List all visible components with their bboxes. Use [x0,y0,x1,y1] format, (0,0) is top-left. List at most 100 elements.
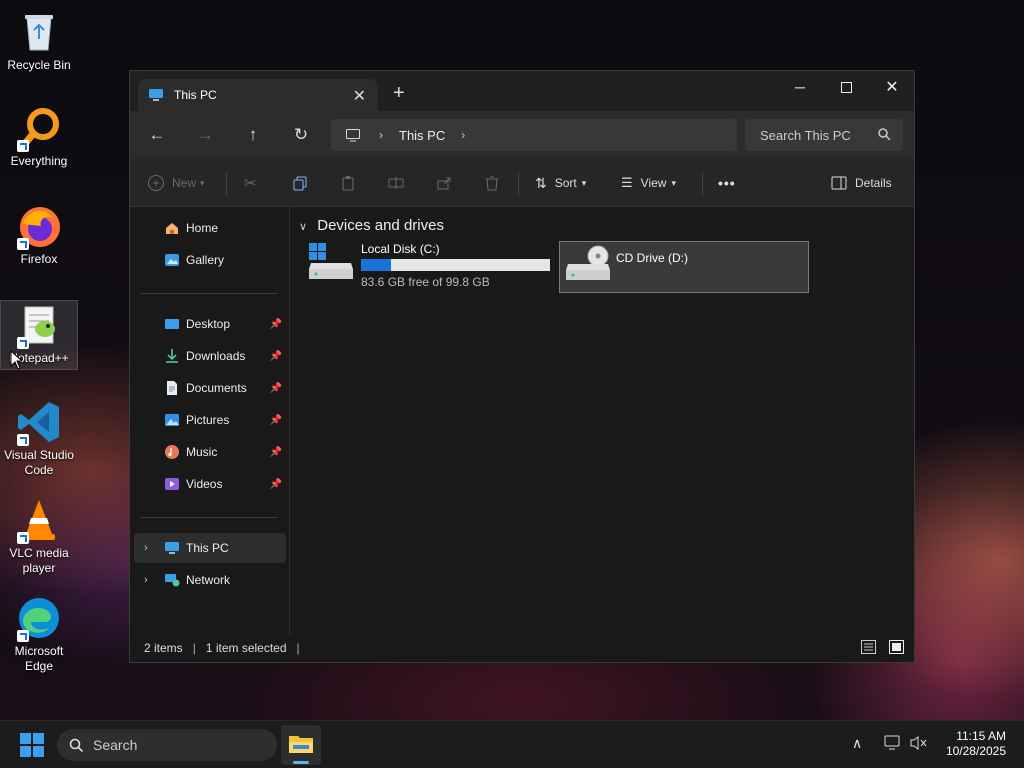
details-button[interactable]: Details [831,159,892,207]
pin-icon[interactable]: 📌 [270,479,282,490]
maximize-icon [840,81,852,93]
new-tab-button[interactable]: + [393,83,405,103]
chevron-right-icon[interactable]: › [461,128,465,142]
cd-drive-icon [566,245,610,280]
desktop-icon-label: Visual Studio Code [4,448,74,477]
view-button[interactable]: ☰ View ▾ [621,159,676,207]
rename-button[interactable] [388,159,404,207]
navigation-pane: Home Gallery Desktop 📌 Downloads 📌 Docum… [130,207,290,635]
desktop-icon-vscode[interactable]: Visual Studio Code [0,398,78,478]
share-button[interactable] [436,159,452,207]
chevron-down-icon: ▾ [671,177,676,188]
desktop-icon-recycle-bin[interactable]: Recycle Bin [0,8,78,73]
cut-button[interactable]: ✂ [244,159,257,207]
show-hidden-icons-button[interactable]: ∧ [852,735,862,752]
paste-button[interactable] [340,159,356,207]
drive-local-disk-c[interactable]: Local Disk (C:) 83.6 GB free of 99.8 GB [307,241,553,293]
pin-icon[interactable]: 📌 [270,415,282,426]
sidebar-item-this-pc[interactable]: › This PC [134,533,286,563]
tiles-view-button[interactable] [889,640,904,657]
separator [518,173,519,195]
shortcut-arrow-icon [17,238,29,250]
forward-button[interactable]: → [193,123,217,147]
maximize-button[interactable] [823,71,869,103]
edge-icon [15,594,63,642]
sidebar-item-label: Gallery [186,253,225,267]
desktop-icon-everything[interactable]: Everything [0,104,78,169]
breadcrumb-this-pc[interactable]: This PC [399,128,445,143]
details-label: Details [855,176,892,190]
sidebar-item-music[interactable]: Music 📌 [134,437,286,467]
file-explorer-window: This PC ✕ + ─ ✕ ← → ↑ ↻ › This PC › Sear… [129,70,915,663]
pin-icon[interactable]: 📌 [270,351,282,362]
details-pane-icon [831,176,847,190]
share-icon [437,177,451,190]
expand-chevron-icon[interactable]: › [144,574,148,586]
taskbar-search-label: Search [93,737,138,753]
desktop-icon-firefox[interactable]: Firefox [0,202,78,267]
refresh-button[interactable]: ↻ [289,123,313,147]
desktop-icon-label: Recycle Bin [7,58,71,72]
trash-icon [486,176,498,191]
more-options-button[interactable]: ••• [718,159,736,207]
pin-icon[interactable]: 📌 [270,319,282,330]
section-title: Devices and drives [317,217,444,234]
address-bar[interactable]: › This PC › [331,119,737,151]
expand-chevron-icon[interactable]: › [144,542,148,554]
sidebar-item-label: Downloads [186,349,246,363]
file-explorer-icon [289,736,313,753]
plus-circle-icon: + [148,175,164,191]
back-button[interactable]: ← [145,123,169,147]
collapse-chevron-icon: ∨ [299,221,308,233]
desktop-icon-label: VLC media player [9,546,69,575]
desktop-folder-icon [164,316,180,332]
taskbar-file-explorer[interactable] [281,725,321,765]
up-button[interactable]: ↑ [241,123,265,147]
this-pc-icon [149,89,163,101]
sidebar-item-label: Desktop [186,317,231,331]
monitor-icon [346,129,360,142]
recycle-bin-icon [15,8,63,56]
drive-cd-d[interactable]: CD Drive (D:) [559,241,809,293]
copy-button[interactable] [292,159,308,207]
section-header-devices[interactable]: ∨ Devices and drives [299,217,444,234]
chevron-down-icon: ▾ [581,177,587,188]
taskbar-search[interactable]: Search [57,729,277,761]
sidebar-item-documents[interactable]: Documents 📌 [134,373,286,403]
delete-button[interactable] [484,159,500,207]
sidebar-item-pictures[interactable]: Pictures 📌 [134,405,286,435]
desktop-icon-edge[interactable]: Microsoft Edge [0,594,78,674]
search-input[interactable]: Search This PC [745,119,903,151]
sort-icon: ⇅ [535,174,547,191]
sidebar-item-desktop[interactable]: Desktop 📌 [134,309,286,339]
pin-icon[interactable]: 📌 [270,383,282,394]
desktop-icon-vlc[interactable]: VLC media player [0,496,78,576]
divider [140,293,278,294]
close-tab-icon[interactable]: ✕ [353,86,366,106]
divider [140,517,278,518]
search-icon [878,128,891,141]
volume-muted-icon[interactable] [910,735,928,754]
network-status-icon[interactable] [884,735,902,754]
download-icon [164,348,180,364]
close-button[interactable]: ✕ [869,71,915,103]
sidebar-item-gallery[interactable]: Gallery [134,245,286,275]
system-clock[interactable]: 11:15 AM 10/28/2025 [946,729,1006,759]
content-pane: ∨ Devices and drives Local Disk (C:) 83.… [291,207,915,635]
pin-icon[interactable]: 📌 [270,447,282,458]
drive-usage-fill [361,259,392,271]
minimize-button[interactable]: ─ [777,71,823,103]
sidebar-item-videos[interactable]: Videos 📌 [134,469,286,499]
details-view-button[interactable] [861,640,876,657]
taskbar: Search ∧ 11:15 AM 10/28/2025 [0,720,1024,768]
sidebar-item-home[interactable]: Home [134,213,286,243]
drive-name: Local Disk (C:) [361,242,440,256]
sort-label: Sort [554,176,577,190]
documents-icon [164,380,180,396]
sidebar-item-downloads[interactable]: Downloads 📌 [134,341,286,371]
new-button[interactable]: + New ▾ [148,159,205,207]
sort-button[interactable]: ⇅ Sort ▾ [535,159,586,207]
tab-this-pc[interactable]: This PC ✕ [138,79,378,111]
start-button[interactable] [20,733,44,760]
sidebar-item-network[interactable]: › Network [134,565,286,595]
